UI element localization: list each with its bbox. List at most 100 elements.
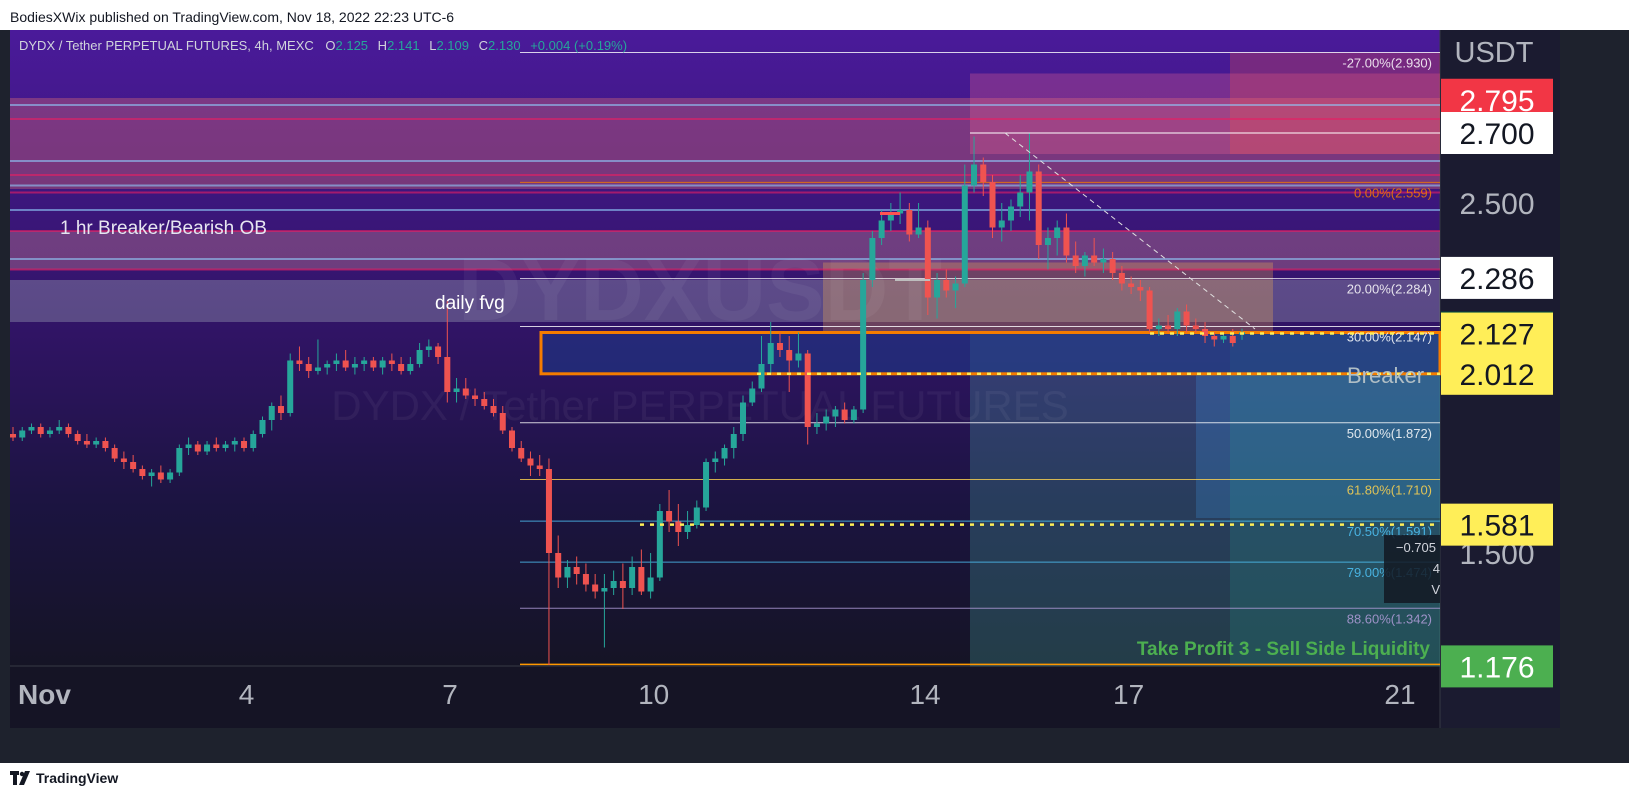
candle-body <box>1192 325 1199 329</box>
candle-body <box>111 448 118 459</box>
candle-body <box>592 584 599 592</box>
candle-body <box>1118 273 1125 284</box>
candle-body <box>610 581 617 588</box>
candle-body <box>518 448 525 459</box>
candle-body <box>869 238 876 280</box>
fib-label: 88.60%(1.342) <box>1347 611 1432 626</box>
legend-open-label: O <box>325 38 335 53</box>
candle-body <box>703 462 710 508</box>
candle-body <box>425 346 432 350</box>
fib-label: 0.00%(2.559) <box>1354 185 1432 200</box>
candle-body <box>1054 227 1061 238</box>
candle-body <box>841 409 848 420</box>
candle-body <box>231 441 238 445</box>
fib-label: 61.80%(1.710) <box>1347 483 1432 498</box>
candle-body <box>767 343 774 364</box>
candle-body <box>499 413 506 431</box>
candle-body <box>102 441 109 448</box>
candle-body <box>453 388 460 392</box>
candle-body <box>656 511 663 578</box>
candle-body <box>545 469 552 553</box>
candle-body <box>693 507 700 525</box>
candle-body <box>1183 311 1190 326</box>
time-axis-label: 14 <box>909 679 940 710</box>
candle-body <box>795 353 802 361</box>
publisher-text: BodiesXWix published on TradingView.com,… <box>10 9 455 25</box>
candle-body <box>860 280 867 410</box>
candle-body <box>1211 336 1218 340</box>
candle-body <box>416 350 423 364</box>
candle-body <box>139 469 146 476</box>
candle-body <box>721 448 728 459</box>
candle-body <box>250 434 257 448</box>
candle-body <box>943 280 950 291</box>
candle-body <box>813 423 820 427</box>
candle-body <box>573 567 580 574</box>
candle-body <box>1155 325 1162 329</box>
candle-body <box>167 472 174 480</box>
candle-body <box>259 420 266 434</box>
price-badge-label: 1.581 <box>1459 510 1534 543</box>
candle-body <box>9 434 17 438</box>
price-badge-label: 2.127 <box>1459 319 1534 352</box>
candle-body <box>1081 255 1088 266</box>
candle-body <box>1174 311 1181 329</box>
candle-body <box>971 164 978 186</box>
candle-body <box>46 430 53 434</box>
candle-body <box>444 357 451 392</box>
candle-body <box>1007 206 1014 221</box>
candle-body <box>65 427 72 434</box>
candle-body <box>379 360 386 368</box>
candle-body <box>961 185 968 284</box>
candle-body <box>564 567 571 578</box>
tradingview-logo[interactable]: TradingView <box>10 770 118 786</box>
candle-body <box>351 364 358 368</box>
candle-body <box>934 280 941 298</box>
candle-body <box>1091 255 1098 263</box>
brand-text: TradingView <box>36 770 119 786</box>
candle-body <box>481 399 488 406</box>
candle-body <box>1165 325 1172 329</box>
candle-body <box>749 388 756 403</box>
fib-label: 50.00%(1.872) <box>1347 426 1432 441</box>
candle-body <box>989 182 996 228</box>
candle-body <box>277 406 284 413</box>
legend-symbol: DYDX / Tether PERPETUAL FUTURES, 4h, MEX… <box>19 38 314 53</box>
chart[interactable]: -27.00%(2.930) 0.00%(2.559) 20.00%(2.284) 3… <box>0 30 1629 763</box>
candle-body <box>684 525 691 532</box>
candle-body <box>786 350 793 361</box>
candle-body <box>1026 171 1033 193</box>
annotation-daily-fvg: daily fvg <box>435 293 505 314</box>
time-axis-label: 10 <box>638 679 669 710</box>
measure-tooltip: −0.705 4 V <box>1384 535 1440 603</box>
fib-label: 30.00%(2.147) <box>1347 330 1432 345</box>
candle-body <box>213 444 220 448</box>
candle-body <box>268 406 275 420</box>
tradingview-logo-icon <box>10 771 30 785</box>
fib-label: -27.00%(2.930) <box>1342 56 1432 71</box>
candle-body <box>296 360 303 364</box>
candle-body <box>37 427 44 434</box>
candle-body <box>120 458 127 462</box>
measure-tooltip-line1: −0.705 <box>1396 540 1436 555</box>
candle-body <box>388 360 395 364</box>
candle-body <box>1072 255 1079 266</box>
price-badge-label: 2.012 <box>1459 359 1534 392</box>
candle-body <box>1128 283 1135 287</box>
price-badge-label: 1.176 <box>1459 651 1534 684</box>
candle-body <box>398 364 405 371</box>
candle-body <box>176 448 183 473</box>
candle-body <box>361 360 368 364</box>
legend-close-label: C <box>479 38 488 53</box>
candle-body <box>675 521 682 532</box>
candle-body <box>157 472 164 480</box>
candle-body <box>998 220 1005 228</box>
legend-high-label: H <box>378 38 387 53</box>
candle-body <box>878 220 885 238</box>
candle-body <box>666 511 673 522</box>
candle-body <box>241 441 248 448</box>
price-badge-label: 2.700 <box>1459 118 1534 151</box>
candle-body <box>980 164 987 182</box>
candle-body <box>194 444 201 452</box>
candle-body <box>472 395 479 399</box>
